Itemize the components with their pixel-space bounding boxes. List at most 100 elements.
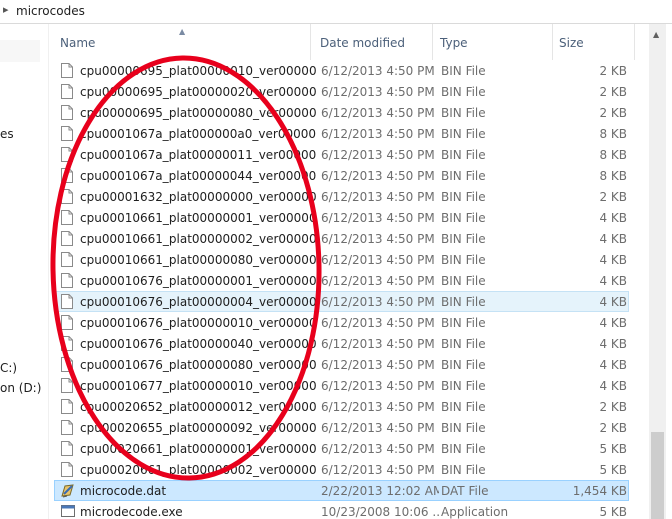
nav-selected-item[interactable] [0, 40, 40, 62]
file-size: 5 KB [599, 463, 627, 477]
file-size: 2 KB [599, 190, 627, 204]
file-type: BIN File [441, 421, 486, 435]
file-size: 5 KB [599, 442, 627, 456]
nav-item-label[interactable]: on (D:) [0, 381, 41, 395]
file-name: cpu00001632_plat00000000_ver00000002_... [80, 190, 316, 204]
file-row[interactable]: cpu0001067a_plat00000044_ver00000a0b_...… [54, 165, 629, 186]
file-name: cpu0001067a_plat000000a0_ver00000a0b_... [80, 127, 316, 141]
file-row[interactable]: cpu00010676_plat00000080_ver0000060f_...… [54, 354, 629, 375]
file-list-pane[interactable]: ▲ Name Date modified Type Size cpu000006… [48, 24, 650, 519]
file-size: 2 KB [599, 106, 627, 120]
file-type: BIN File [441, 232, 486, 246]
file-size: 4 KB [599, 295, 627, 309]
file-name: cpu00020661_plat00000002_ver00000105_... [80, 463, 316, 477]
file-size: 4 KB [599, 358, 627, 372]
scrollbar-thumb[interactable] [651, 432, 664, 519]
file-name: cpu00020661_plat00000001_ver00000104_... [80, 442, 316, 456]
column-size-label: Size [559, 36, 584, 50]
file-name: cpu00000695_plat00000020_ver00000007_... [80, 85, 316, 99]
file-row[interactable]: cpu00020655_plat00000092_ver00000003_...… [54, 417, 629, 438]
address-bar[interactable]: ▸ microcodes [0, 0, 672, 24]
blank-file-icon [61, 336, 73, 351]
file-row[interactable]: cpu00000695_plat00000020_ver00000007_...… [54, 81, 629, 102]
file-row[interactable]: cpu0001067a_plat00000011_ver00000a0b_...… [54, 144, 629, 165]
file-row[interactable]: microcode.dat 2/22/2013 12:02 AM DAT File 1… [54, 480, 629, 501]
file-row[interactable]: cpu00010661_plat00000001_ver00000043_...… [54, 207, 629, 228]
file-date-modified: 6/12/2013 4:50 PM [321, 316, 435, 330]
file-row[interactable]: cpu00010676_plat00000010_ver0000060f_...… [54, 312, 629, 333]
file-size: 4 KB [599, 379, 627, 393]
column-header-size[interactable]: Size [553, 24, 635, 60]
file-name: cpu00010676_plat00000040_ver0000060f_... [80, 337, 316, 351]
file-row[interactable]: cpu00000695_plat00000010_ver00000007_...… [54, 60, 629, 81]
file-size: 4 KB [599, 211, 627, 225]
file-row[interactable]: microdecode.exe 10/23/2008 10:06 ... Appli… [54, 501, 629, 519]
file-row[interactable]: cpu00010676_plat00000001_ver0000060f_...… [54, 270, 629, 291]
file-type: BIN File [441, 400, 486, 414]
column-header-name[interactable]: Name [49, 24, 311, 60]
file-row[interactable]: cpu00020661_plat00000002_ver00000105_...… [54, 459, 629, 480]
file-row[interactable]: cpu0001067a_plat000000a0_ver00000a0b_...… [54, 123, 629, 144]
blank-file-icon [61, 378, 73, 393]
file-name: cpu0001067a_plat00000044_ver00000a0b_... [80, 169, 316, 183]
blank-file-icon [61, 126, 73, 141]
file-size: 8 KB [599, 148, 627, 162]
file-date-modified: 6/12/2013 4:50 PM [321, 148, 435, 162]
file-row[interactable]: cpu00000695_plat00000080_ver00000007_...… [54, 102, 629, 123]
file-row[interactable]: cpu00010676_plat00000040_ver0000060f_...… [54, 333, 629, 354]
file-date-modified: 6/12/2013 4:50 PM [321, 463, 435, 477]
file-type: BIN File [441, 463, 486, 477]
blank-file-icon [61, 84, 73, 99]
blank-file-icon [61, 315, 73, 330]
navigation-pane[interactable]: es C:) on (D:) [0, 24, 48, 519]
blank-file-icon [61, 147, 73, 162]
blank-file-icon [61, 357, 73, 372]
blank-file-icon [61, 105, 73, 120]
blank-file-icon [61, 210, 73, 225]
file-size: 1,454 KB [572, 484, 627, 498]
file-row[interactable]: cpu00020652_plat00000012_ver0000000d_...… [54, 396, 629, 417]
file-row[interactable]: cpu00010676_plat00000004_ver0000060f_...… [54, 291, 629, 312]
file-type: BIN File [441, 211, 486, 225]
blank-file-icon [61, 420, 73, 435]
file-type: BIN File [441, 442, 486, 456]
file-date-modified: 6/12/2013 4:50 PM [321, 358, 435, 372]
file-date-modified: 6/12/2013 4:50 PM [321, 169, 435, 183]
column-header-date[interactable]: Date modified [311, 24, 433, 60]
file-type: BIN File [441, 295, 486, 309]
file-type: BIN File [441, 274, 486, 288]
blank-file-icon [61, 252, 73, 267]
file-date-modified: 6/12/2013 4:50 PM [321, 253, 435, 267]
vertical-scrollbar[interactable]: ▲ [649, 24, 666, 519]
file-size: 4 KB [599, 337, 627, 351]
file-name: cpu00020655_plat00000092_ver00000003_... [80, 421, 316, 435]
file-type: BIN File [441, 169, 486, 183]
file-name: microdecode.exe [80, 505, 183, 519]
file-size: 5 KB [599, 505, 627, 519]
blank-file-icon [61, 273, 73, 288]
file-date-modified: 6/12/2013 4:50 PM [321, 274, 435, 288]
file-type: BIN File [441, 316, 486, 330]
nav-item-label[interactable]: C:) [0, 361, 17, 375]
breadcrumb-microcodes[interactable]: microcodes [16, 4, 85, 18]
breadcrumb-chevron-icon[interactable]: ▸ [3, 3, 9, 16]
file-date-modified: 6/12/2013 4:50 PM [321, 127, 435, 141]
file-type: BIN File [441, 253, 486, 267]
file-name: cpu00000695_plat00000010_ver00000007_... [80, 64, 316, 78]
file-row[interactable]: cpu00010677_plat00000010_ver0000070a_...… [54, 375, 629, 396]
column-header-type[interactable]: Type [433, 24, 553, 60]
blank-file-icon [61, 441, 73, 456]
file-row[interactable]: cpu00010661_plat00000080_ver00000044_...… [54, 249, 629, 270]
file-row[interactable]: cpu00010661_plat00000002_ver00000042_...… [54, 228, 629, 249]
column-name-label: Name [60, 36, 96, 50]
blank-file-icon [61, 399, 73, 414]
file-size: 2 KB [599, 400, 627, 414]
file-type: BIN File [441, 358, 486, 372]
scroll-up-icon[interactable]: ▲ [653, 30, 659, 39]
blank-file-icon [61, 231, 73, 246]
nav-item-label[interactable]: es [0, 127, 14, 141]
file-date-modified: 6/12/2013 4:50 PM [321, 85, 435, 99]
dat-file-icon [61, 483, 74, 498]
file-row[interactable]: cpu00020661_plat00000001_ver00000104_...… [54, 438, 629, 459]
file-row[interactable]: cpu00001632_plat00000000_ver00000002_...… [54, 186, 629, 207]
